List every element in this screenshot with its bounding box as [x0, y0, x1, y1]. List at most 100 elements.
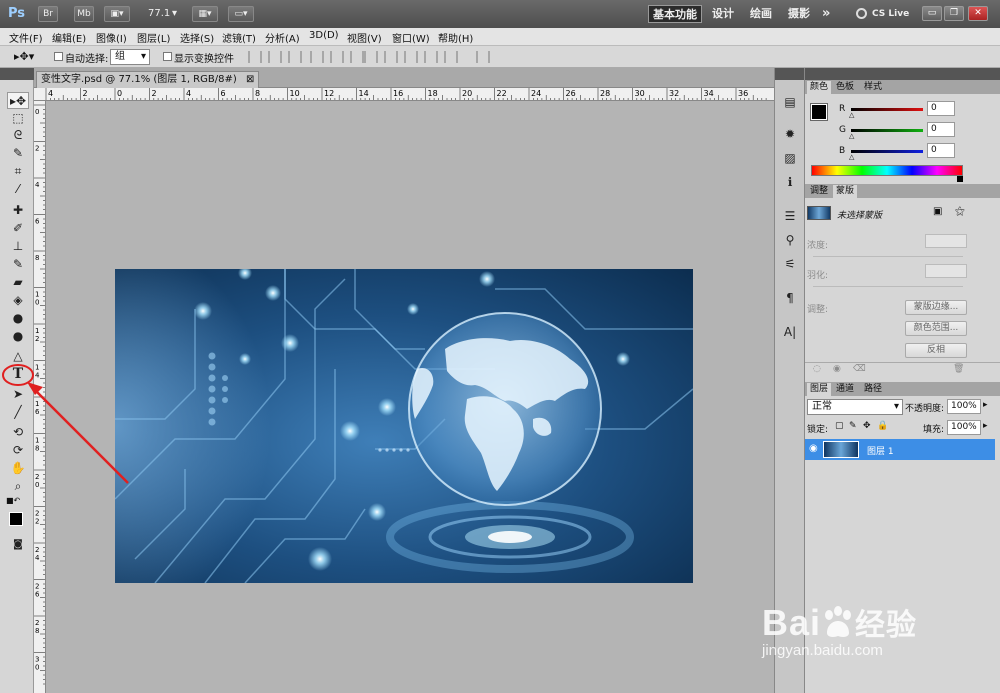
channel-b-value[interactable]: 0 [927, 143, 955, 158]
foreground-color-swatch[interactable] [9, 512, 23, 526]
align-hcenter-icon[interactable] [330, 51, 344, 63]
channel-b-slider[interactable] [851, 150, 923, 153]
lock-all-icon[interactable]: 🔒 [877, 421, 888, 431]
invert-button[interactable]: 反相 [905, 343, 967, 358]
horizontal-ruler[interactable]: 4 2 0 2 4 6 8 10 12 14 16 18 20 22 24 26 28 30 32 34 36 [34, 88, 774, 101]
layer-name[interactable]: 图层 1 [867, 444, 894, 457]
histogram-panel-icon[interactable]: ▨ [781, 150, 799, 166]
workspace-photography[interactable]: 摄影 [788, 5, 810, 23]
distribute-bottom-icon[interactable] [404, 51, 418, 63]
fill-arrow-icon[interactable]: ▸ [983, 421, 988, 431]
align-top-icon[interactable] [248, 51, 262, 63]
character-panel-icon[interactable]: A| [781, 324, 799, 340]
brush-tool-icon[interactable]: ✐ [7, 220, 29, 237]
slider-thumb-icon[interactable]: △ [849, 111, 854, 119]
tab-color[interactable]: 颜色 [807, 81, 832, 94]
paint-bucket-tool-icon[interactable]: ◈ [7, 292, 29, 309]
clone-stamp-tool-icon[interactable]: ⊥ [7, 238, 29, 255]
density-field[interactable] [925, 234, 967, 248]
blend-mode-dropdown[interactable]: 正常 ▾ [807, 399, 903, 415]
crop-tool-icon[interactable]: ⌗ [7, 163, 29, 180]
tab-adjustments[interactable]: 调整 [807, 185, 831, 198]
clone-source-panel-icon[interactable]: ⚲ [781, 232, 799, 248]
menu-image[interactable]: 图像(I) [96, 30, 127, 45]
bridge-button[interactable]: Br [38, 6, 58, 22]
type-tool-icon[interactable]: T [7, 366, 29, 383]
dock-header[interactable] [775, 68, 805, 80]
menu-filter[interactable]: 滤镜(T) [222, 30, 256, 45]
spot-healing-tool-icon[interactable]: ✚ [7, 202, 29, 219]
move-tool-icon[interactable]: ▸✥ [7, 92, 29, 109]
toolbox-header[interactable] [0, 68, 34, 80]
pen-tool-icon[interactable]: △ [7, 348, 29, 365]
eraser-tool-icon[interactable]: ▰ [7, 274, 29, 291]
opacity-arrow-icon[interactable]: ▸ [983, 400, 988, 410]
distribute-vcenter-icon[interactable] [384, 51, 398, 63]
distribute-left-icon[interactable] [424, 51, 438, 63]
layer-visibility-eye-icon[interactable]: ◉ [809, 443, 818, 454]
mask-edge-button[interactable]: 蒙版边缘... [905, 300, 967, 315]
screen-mode-button[interactable]: ▭▾ [228, 6, 254, 22]
visibility-eye-icon[interactable]: ◉ [833, 364, 841, 374]
menu-help[interactable]: 帮助(H) [438, 30, 473, 45]
zoom-dropdown-icon[interactable]: ▾ [172, 8, 177, 19]
close-button[interactable]: ✕ [968, 6, 988, 21]
menu-window[interactable]: 窗口(W) [392, 30, 430, 45]
brush-panel-icon[interactable]: ☰ [781, 208, 799, 224]
info-panel-icon[interactable]: ℹ [781, 174, 799, 190]
mask-thumbnail[interactable] [807, 206, 831, 220]
blur-tool-icon[interactable]: ● [7, 310, 29, 327]
hand-tool-icon[interactable]: ✋ [7, 460, 29, 477]
pixel-mask-icon[interactable]: ▣ [933, 206, 942, 217]
vector-mask-icon[interactable]: ⚝ [955, 206, 965, 217]
menu-edit[interactable]: 编辑(E) [52, 30, 86, 45]
delete-mask-icon[interactable]: 🗑 [953, 364, 964, 374]
tab-paths[interactable]: 路径 [861, 383, 885, 396]
move-tool-preset-icon[interactable]: ▸✥▾ [14, 50, 34, 63]
workspace-essentials[interactable]: 基本功能 [648, 5, 702, 23]
menu-view[interactable]: 视图(V) [347, 30, 382, 45]
lock-position-icon[interactable]: ✥ [863, 421, 871, 431]
slider-thumb-icon[interactable]: △ [849, 132, 854, 140]
restore-button[interactable]: ❐ [944, 6, 964, 21]
align-bottom-icon[interactable] [288, 51, 302, 63]
zoom-level[interactable]: 77.1 [148, 8, 170, 19]
cs-live-icon[interactable] [856, 8, 867, 19]
quick-mask-icon[interactable]: ◙ [7, 536, 29, 553]
opacity-field[interactable]: 100% [947, 399, 981, 414]
quick-select-tool-icon[interactable]: ✎ [7, 145, 29, 162]
eyedropper-tool-icon[interactable]: ⁄ [7, 181, 29, 198]
apply-mask-icon[interactable]: ⌫ [853, 364, 866, 374]
cs-live-label[interactable]: CS Live [872, 5, 909, 23]
dodge-tool-icon[interactable]: ● [7, 328, 29, 345]
tab-styles[interactable]: 样式 [861, 81, 885, 94]
slider-thumb-icon[interactable]: △ [849, 153, 854, 161]
more-workspaces-button[interactable]: » [822, 5, 830, 23]
color-fg-swatch[interactable] [810, 103, 828, 121]
channel-g-value[interactable]: 0 [927, 122, 955, 137]
menu-3d[interactable]: 3D(D) [309, 30, 339, 41]
tab-swatches[interactable]: 色板 [833, 81, 857, 94]
menu-file[interactable]: 文件(F) [9, 30, 43, 45]
arrange-documents-button[interactable]: ▦▾ [192, 6, 218, 22]
channel-g-slider[interactable] [851, 129, 923, 132]
history-brush-tool-icon[interactable]: ✎ [7, 256, 29, 273]
menu-analysis[interactable]: 分析(A) [265, 30, 300, 45]
default-colors-icon[interactable]: ■↶ [6, 496, 20, 505]
align-vcenter-icon[interactable] [268, 51, 282, 63]
navigator-panel-icon[interactable]: ✹ [781, 126, 799, 142]
workspace-design[interactable]: 设计 [712, 5, 734, 23]
tool-presets-panel-icon[interactable]: ⚟ [781, 256, 799, 272]
density-slider[interactable] [813, 256, 963, 257]
auto-select-dropdown[interactable]: 组 ▾ [110, 49, 150, 65]
align-right-icon[interactable] [350, 51, 364, 63]
tab-channels[interactable]: 通道 [833, 383, 857, 396]
lock-pixels-icon[interactable]: ✎ [849, 421, 857, 431]
show-transform-checkbox[interactable] [163, 52, 172, 61]
fill-field[interactable]: 100% [947, 420, 981, 435]
align-left-icon[interactable] [310, 51, 324, 63]
distribute-top-icon[interactable] [364, 51, 378, 63]
minimize-button[interactable]: ▭ [922, 6, 942, 21]
color-range-button[interactable]: 颜色范围... [905, 321, 967, 336]
tab-layers[interactable]: 图层 [807, 383, 832, 396]
